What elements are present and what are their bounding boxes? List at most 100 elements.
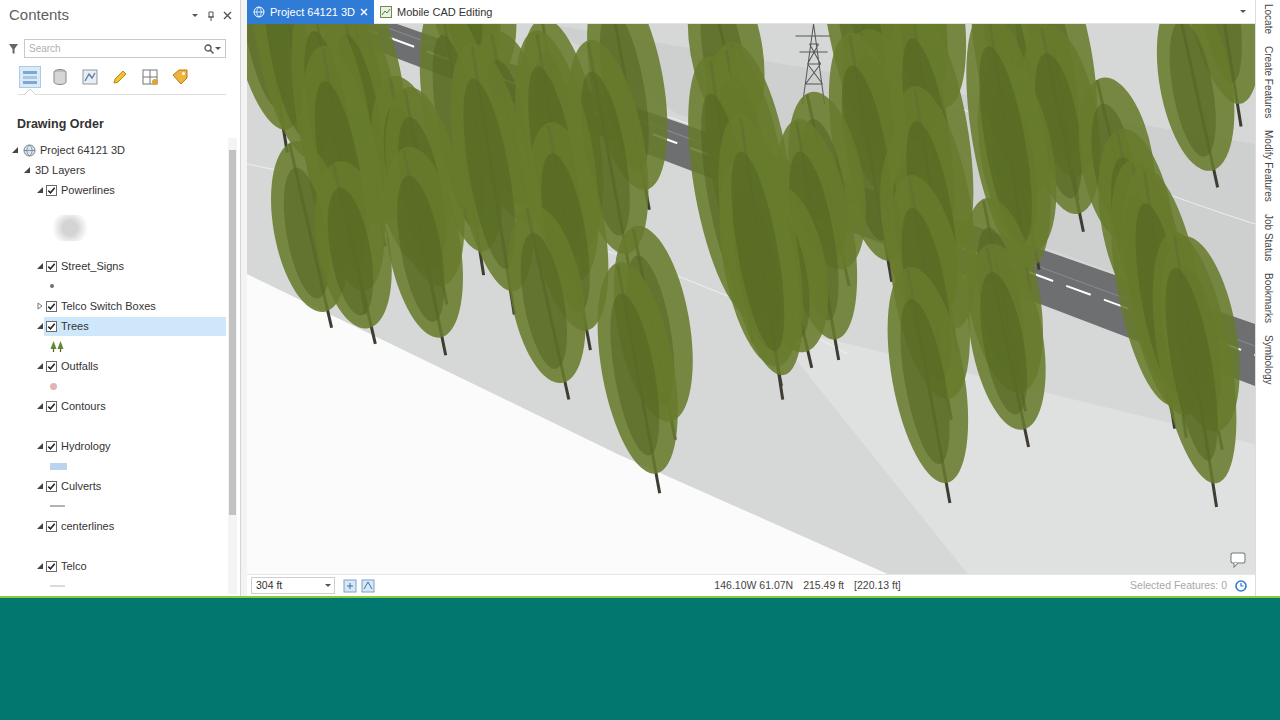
map-tab[interactable]: Mobile CAD Editing	[374, 0, 511, 24]
view-button[interactable]	[49, 66, 71, 88]
layer-row[interactable]: Telco	[0, 556, 240, 576]
layer-symbol	[0, 496, 240, 516]
layer-item[interactable]: Culverts	[44, 477, 226, 496]
layer-row[interactable]: Telco Switch Boxes	[0, 296, 240, 316]
options-dropdown-icon[interactable]	[191, 12, 199, 20]
side-tab[interactable]: Symbology	[1261, 333, 1276, 386]
layer-item[interactable]: Trees	[44, 317, 226, 336]
coordinates: 146.10W 61.07N	[714, 578, 793, 594]
expanded-arrow-icon[interactable]	[36, 522, 44, 530]
expanded-arrow-icon[interactable]	[11, 146, 19, 154]
filter-icon[interactable]	[8, 43, 19, 55]
checked-box-icon[interactable]	[46, 561, 57, 572]
expanded-arrow-icon[interactable]	[36, 322, 44, 330]
selected-features: Selected Features: 0	[1130, 578, 1227, 594]
fixed-zoom-icon[interactable]	[343, 579, 357, 593]
side-tab[interactable]: Modify Features	[1261, 128, 1276, 204]
layer-row[interactable]: Contours	[0, 396, 240, 416]
layer-item[interactable]: Contours	[44, 397, 226, 416]
layer-symbol	[0, 200, 240, 256]
scale-field[interactable]: 304 ft	[251, 577, 335, 594]
layer-label: Culverts	[61, 478, 101, 495]
data-source-icon	[50, 67, 70, 87]
expanded-arrow-icon[interactable]	[23, 166, 31, 174]
layer-item[interactable]: centerlines	[44, 517, 226, 536]
layer-symbol	[0, 336, 240, 356]
navigation-tools	[343, 579, 375, 593]
checked-box-icon[interactable]	[46, 301, 57, 312]
checked-box-icon[interactable]	[46, 361, 57, 372]
search-options-icon[interactable]	[214, 45, 222, 53]
side-tab[interactable]: Create Features	[1261, 44, 1276, 120]
group-layer-row[interactable]: 3D Layers	[0, 160, 240, 180]
checked-box-icon[interactable]	[46, 261, 57, 272]
checked-box-icon[interactable]	[46, 481, 57, 492]
layer-label: Contours	[61, 398, 106, 415]
layer-label: Powerlines	[61, 182, 115, 199]
side-tab[interactable]: Locate	[1261, 2, 1276, 36]
search-icon[interactable]	[204, 44, 214, 54]
pane-header-controls	[191, 11, 232, 21]
contents-scrollbar[interactable]	[228, 138, 237, 594]
toolbar-separator	[18, 94, 226, 101]
scale-dropdown-icon[interactable]	[324, 582, 332, 590]
layer-item[interactable]: Street_Signs	[44, 257, 226, 276]
tab-close-icon[interactable]	[360, 8, 368, 16]
checked-box-icon[interactable]	[46, 521, 57, 532]
layer-row[interactable]: Outfalls	[0, 356, 240, 376]
expanded-arrow-icon[interactable]	[36, 262, 44, 270]
background-band	[0, 598, 1280, 720]
close-icon[interactable]	[223, 11, 232, 20]
checked-box-icon[interactable]	[46, 321, 57, 332]
view-button[interactable]	[139, 66, 161, 88]
map-layout-icon	[380, 6, 392, 18]
editing-icon	[110, 67, 130, 87]
layer-symbol	[0, 536, 240, 556]
layer-item[interactable]: Telco Switch Boxes	[44, 297, 226, 316]
expanded-arrow-icon[interactable]	[36, 362, 44, 370]
layer-item[interactable]: Powerlines	[44, 181, 226, 200]
tab-list-icon[interactable]	[1239, 8, 1247, 16]
project-row[interactable]: Project 64121 3D	[0, 140, 240, 160]
side-tab[interactable]: Bookmarks	[1261, 271, 1276, 325]
expanded-arrow-icon[interactable]	[36, 402, 44, 410]
labeling-icon	[170, 67, 190, 87]
collapsed-arrow-icon[interactable]	[36, 302, 44, 310]
view-button[interactable]	[169, 66, 191, 88]
layer-row[interactable]: Hydrology	[0, 436, 240, 456]
scene-canvas[interactable]	[247, 24, 1255, 574]
checked-box-icon[interactable]	[46, 401, 57, 412]
layer-row[interactable]: centerlines	[0, 516, 240, 536]
expanded-arrow-icon[interactable]	[36, 442, 44, 450]
layer-item[interactable]: Hydrology	[44, 437, 226, 456]
layer-row[interactable]: Powerlines	[0, 180, 240, 200]
line-symbol	[50, 585, 65, 587]
layer-item[interactable]: Outfalls	[44, 357, 226, 376]
checked-box-icon[interactable]	[46, 185, 57, 196]
checked-box-icon[interactable]	[46, 441, 57, 452]
side-tab[interactable]: Job Status	[1261, 212, 1276, 263]
pin-icon[interactable]	[207, 11, 215, 21]
tree-symbol-icon	[50, 340, 64, 353]
map-tab[interactable]: Project 64121 3D	[247, 0, 374, 24]
navigator-icon[interactable]	[361, 579, 375, 593]
layer-row[interactable]: Trees	[0, 316, 240, 336]
layer-symbol	[0, 276, 240, 296]
selection-icon	[80, 67, 100, 87]
layer-row[interactable]: Street_Signs	[0, 256, 240, 276]
powerline-symbol	[50, 215, 90, 241]
scrollbar-thumb[interactable]	[229, 150, 236, 515]
view-button[interactable]	[79, 66, 101, 88]
map-view[interactable]	[247, 24, 1255, 574]
expanded-arrow-icon[interactable]	[36, 482, 44, 490]
layer-label: centerlines	[61, 518, 114, 535]
layer-item[interactable]: Telco	[44, 557, 226, 576]
view-button[interactable]	[109, 66, 131, 88]
search-input[interactable]	[29, 41, 204, 56]
view-button[interactable]	[19, 66, 41, 88]
expanded-arrow-icon[interactable]	[36, 562, 44, 570]
pane-header: Contents	[0, 0, 240, 31]
expanded-arrow-icon[interactable]	[36, 186, 44, 194]
layer-row[interactable]: Culverts	[0, 476, 240, 496]
refresh-icon[interactable]	[1235, 580, 1247, 592]
